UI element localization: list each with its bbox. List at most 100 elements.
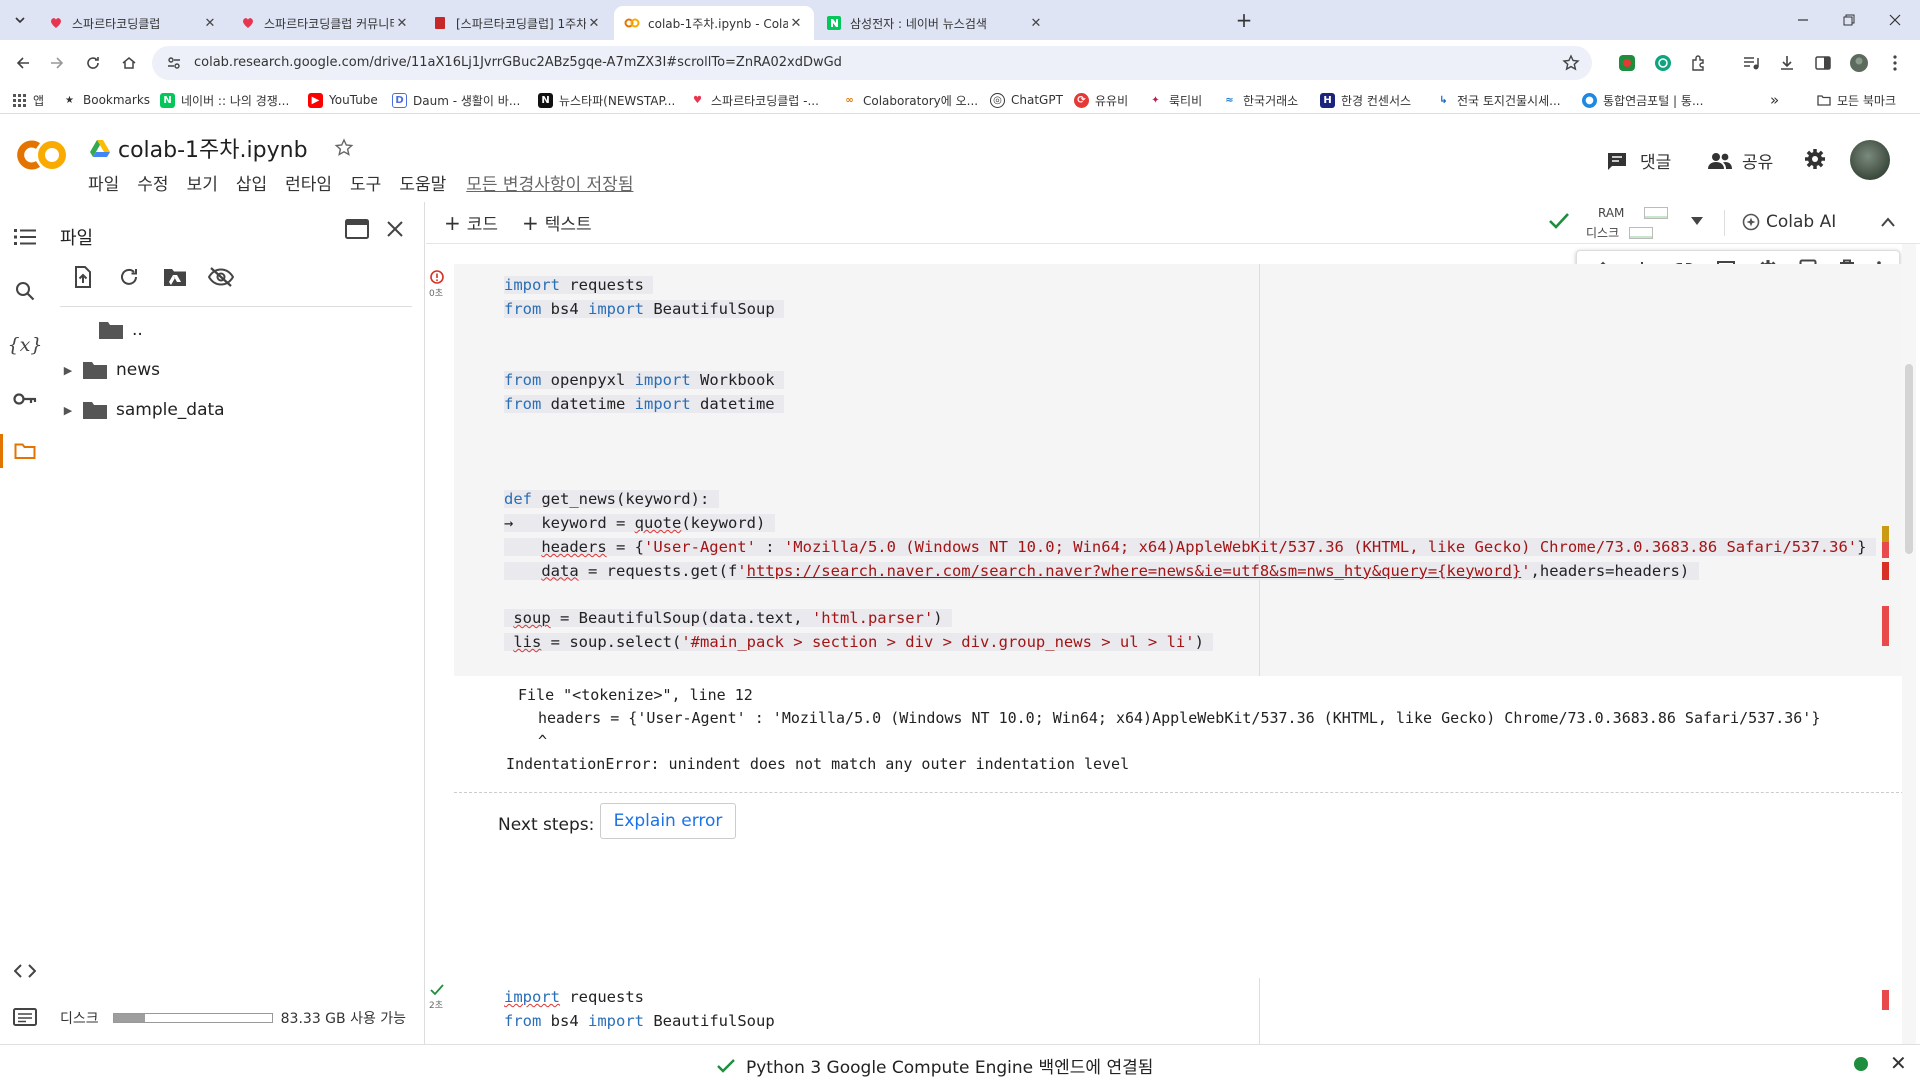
close-status-button[interactable]: ✕ — [1890, 1051, 1907, 1075]
all-bookmarks[interactable]: 모든 북마크 — [1816, 90, 1896, 110]
bookmark-item[interactable]: ★ Bookmarks — [62, 90, 150, 110]
bookmark-item[interactable]: ♥ 스파르타코딩클럽 -... — [690, 90, 819, 110]
tab-search-button[interactable] — [8, 8, 32, 32]
extension-icon[interactable] — [1652, 52, 1674, 74]
browser-tab[interactable]: 삼성전자 : 네이버 뉴스검색 ✕ — [816, 6, 1226, 40]
connected-check-icon[interactable] — [1548, 212, 1570, 230]
tree-item-news[interactable]: ▶ news — [48, 356, 160, 384]
new-tab-button[interactable]: + — [1232, 8, 1256, 32]
bookmark-item[interactable]: ◎ ChatGPT — [990, 90, 1063, 110]
bookmark-item[interactable]: ● 통합연금포털 | 통... — [1582, 90, 1703, 110]
notebook-scrollbar[interactable] — [1902, 244, 1916, 1044]
editor-scroll-marker — [1882, 606, 1889, 646]
bookmark-item[interactable]: N 뉴스타파(NEWSTAP... — [538, 90, 675, 110]
chevron-down-icon[interactable] — [1690, 216, 1704, 226]
browser-tab[interactable]: 스파르타코딩클럽 ✕ — [38, 6, 228, 40]
star-icon[interactable] — [334, 138, 354, 158]
colab-logo[interactable] — [14, 138, 70, 172]
notebook-title[interactable]: colab-1주차.ipynb — [118, 132, 308, 164]
upload-file-icon[interactable] — [70, 264, 96, 290]
menu-view[interactable]: 보기 — [187, 170, 218, 195]
open-in-tab-icon[interactable] — [344, 216, 370, 242]
menu-edit[interactable]: 수정 — [137, 170, 168, 195]
bookmark-star-icon[interactable] — [1562, 54, 1580, 72]
tree-item-sample-data[interactable]: ▶ sample_data — [48, 396, 225, 424]
caret-right-icon[interactable]: ▶ — [60, 364, 76, 377]
divider — [1724, 210, 1725, 236]
bookmark-item[interactable]: ▶ YouTube — [308, 90, 378, 110]
home-button[interactable] — [116, 50, 142, 76]
close-icon[interactable]: ✕ — [1028, 15, 1044, 31]
code-editor[interactable]: import requests from bs4 import Beautiful… — [454, 978, 1904, 1044]
variables-icon[interactable]: {x} — [8, 332, 43, 358]
close-panel-button[interactable] — [382, 216, 408, 242]
address-bar[interactable]: colab.research.google.com/drive/11aX16Lj… — [152, 46, 1592, 80]
bookmarks-bar: 앱 ★ Bookmarks N 네이버 :: 나의 경쟁... ▶ YouTube D… — [0, 86, 1920, 114]
menu-insert[interactable]: 삽입 — [236, 170, 267, 195]
bookmark-item[interactable]: ⟳ 유유비 — [1074, 90, 1128, 110]
browser-tab[interactable]: 스파르타코딩클럽 커뮤니티 | 스 ✕ — [230, 6, 420, 40]
terminal-icon[interactable] — [12, 1004, 38, 1030]
table-of-contents-icon[interactable] — [12, 224, 38, 250]
code-editor[interactable]: import requests from bs4 import Beautifu… — [454, 264, 1904, 747]
settings-button[interactable] — [1804, 148, 1826, 170]
tree-item-parent[interactable]: .. — [48, 316, 143, 344]
eye-off-icon[interactable] — [208, 264, 234, 290]
download-icon[interactable] — [1776, 52, 1798, 74]
profile-avatar[interactable] — [1848, 52, 1870, 74]
add-code-button[interactable]: + 코드 — [444, 210, 498, 236]
menu-tools[interactable]: 도구 — [350, 170, 381, 195]
mount-drive-icon[interactable] — [162, 264, 188, 290]
share-button[interactable]: 공유 — [1708, 148, 1773, 173]
google-drive-icon — [90, 139, 110, 157]
caret-right-icon[interactable]: ▶ — [60, 404, 76, 417]
browser-menu-icon[interactable] — [1884, 52, 1906, 74]
comment-button[interactable]: 댓글 — [1606, 148, 1671, 173]
folder-icon[interactable] — [12, 438, 38, 464]
forward-button[interactable] — [44, 50, 70, 76]
add-text-button[interactable]: + 텍스트 — [522, 210, 592, 236]
save-status[interactable]: 모든 변경사항이 저장됨 — [466, 170, 633, 195]
extensions-puzzle-icon[interactable] — [1688, 52, 1710, 74]
menu-runtime[interactable]: 런타임 — [285, 170, 332, 195]
close-icon[interactable]: ✕ — [394, 15, 410, 31]
collapse-header-button[interactable] — [1880, 216, 1896, 228]
bookmark-item[interactable]: ∞ Colaboratory에 오... — [842, 90, 978, 110]
bookmark-item[interactable]: ✦ 룩티비 — [1148, 90, 1202, 110]
menu-help[interactable]: 도움말 — [399, 170, 446, 195]
bookmark-item[interactable]: ↳ 전국 토지건물시세... — [1436, 90, 1561, 110]
close-icon[interactable]: ✕ — [788, 15, 804, 31]
media-control-icon[interactable] — [1740, 52, 1762, 74]
user-avatar[interactable] — [1850, 140, 1890, 180]
bookmarks-overflow-button[interactable]: » — [1770, 90, 1779, 110]
side-panel-icon[interactable] — [1812, 52, 1834, 74]
scrollbar-thumb[interactable] — [1905, 364, 1913, 554]
search-icon[interactable] — [12, 278, 38, 304]
browser-tab-active[interactable]: colab-1주차.ipynb - Colaborat ✕ — [614, 6, 814, 40]
bookmark-item[interactable]: N 네이버 :: 나의 경쟁... — [160, 90, 289, 110]
bookmark-item[interactable]: ≈ 한국거래소 — [1222, 90, 1298, 110]
refresh-icon[interactable] — [116, 264, 142, 290]
close-icon[interactable]: ✕ — [202, 15, 218, 31]
browser-tab[interactable]: [스파르타코딩클럽] 1주차 : 킹 ✕ — [422, 6, 612, 40]
bookmark-item[interactable]: H 한경 컨센서스 — [1320, 90, 1411, 110]
bookmark-item[interactable]: D Daum - 생활이 바... — [392, 90, 520, 110]
close-window-button[interactable] — [1882, 8, 1908, 32]
colab-ai-button[interactable]: Colab AI — [1742, 212, 1836, 232]
apps-bookmark[interactable]: 앱 — [12, 90, 44, 110]
explain-error-button[interactable]: Explain error — [600, 803, 736, 839]
tab-title: 스파르타코딩클럽 커뮤니티 | 스 — [264, 16, 394, 31]
back-button[interactable] — [10, 50, 36, 76]
output-line: ^ — [538, 732, 548, 750]
code-snippets-icon[interactable] — [12, 958, 38, 984]
close-icon[interactable]: ✕ — [586, 15, 602, 31]
key-icon[interactable] — [12, 386, 38, 412]
site-info-icon[interactable] — [166, 55, 182, 71]
folder-icon — [82, 400, 108, 420]
runtime-indicator-dot — [1854, 1057, 1868, 1071]
reload-button[interactable] — [80, 50, 106, 76]
extension-icon[interactable] — [1616, 52, 1638, 74]
menu-file[interactable]: 파일 — [88, 170, 119, 195]
minimize-button[interactable] — [1790, 8, 1816, 32]
restore-button[interactable] — [1836, 8, 1862, 32]
